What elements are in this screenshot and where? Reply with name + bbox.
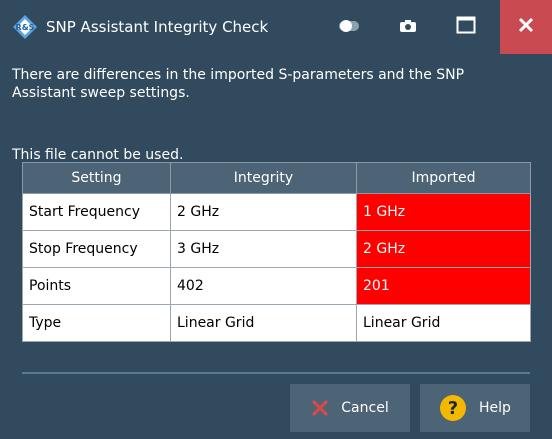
imported-cell-mismatch: 1 GHz — [356, 193, 531, 231]
close-button[interactable] — [500, 0, 552, 54]
cancel-button[interactable]: Cancel — [290, 384, 410, 432]
question-icon: ? — [439, 394, 467, 422]
setting-cell: Start Frequency — [22, 193, 171, 231]
toggle-icon — [338, 18, 360, 37]
help-button[interactable]: ? Help — [420, 384, 530, 432]
setting-cell: Stop Frequency — [22, 230, 171, 268]
message-line-2: Assistant sweep settings. — [12, 85, 190, 101]
table-row: Type Linear Grid Linear Grid — [22, 304, 531, 342]
maximize-button[interactable] — [449, 0, 483, 54]
cancel-label: Cancel — [341, 400, 389, 416]
integrity-cell: 3 GHz — [170, 230, 357, 268]
column-header-imported: Imported — [356, 162, 531, 194]
screenshot-button[interactable] — [393, 0, 423, 54]
table-row: Start Frequency 2 GHz 1 GHz — [22, 193, 531, 231]
divider — [22, 372, 530, 374]
help-label: Help — [479, 400, 511, 416]
column-header-setting: Setting — [22, 162, 171, 194]
camera-icon — [399, 18, 417, 37]
maximize-icon — [456, 16, 476, 38]
x-icon — [311, 399, 329, 417]
message-line-1: There are differences in the imported S-… — [12, 67, 465, 83]
title-bar: R&S SNP Assistant Integrity Check — [0, 0, 552, 54]
table-row: Points 402 201 — [22, 267, 531, 305]
column-header-integrity: Integrity — [170, 162, 357, 194]
integrity-cell: 402 — [170, 267, 357, 305]
imported-cell-mismatch: 2 GHz — [356, 230, 531, 268]
integrity-cell: Linear Grid — [170, 304, 357, 342]
setting-cell: Type — [22, 304, 171, 342]
imported-cell: Linear Grid — [356, 304, 531, 342]
rs-logo-icon: R&S — [12, 14, 38, 40]
imported-cell-mismatch: 201 — [356, 267, 531, 305]
table-header-row: Setting Integrity Imported — [22, 162, 531, 194]
integrity-cell: 2 GHz — [170, 193, 357, 231]
message-area: There are differences in the imported S-… — [12, 66, 542, 163]
table-row: Stop Frequency 3 GHz 2 GHz — [22, 230, 531, 268]
setting-cell: Points — [22, 267, 171, 305]
svg-text:R&S: R&S — [16, 23, 35, 32]
comparison-table: Setting Integrity Imported Start Frequen… — [22, 162, 531, 342]
window-title: SNP Assistant Integrity Check — [46, 18, 269, 36]
toggle-button[interactable] — [334, 0, 364, 54]
svg-text:?: ? — [448, 398, 458, 419]
close-icon — [517, 16, 535, 38]
